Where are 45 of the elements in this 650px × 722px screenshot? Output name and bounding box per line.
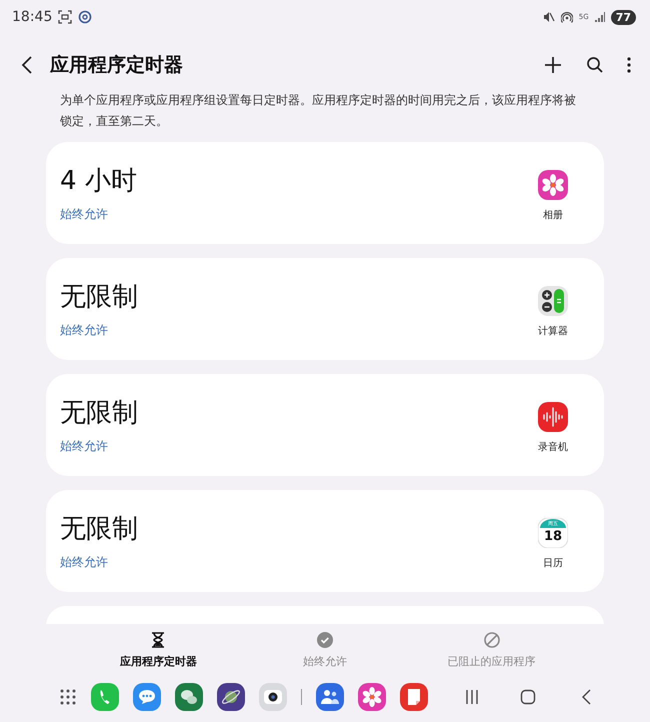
flower-app-icon (538, 170, 568, 200)
battery-level: 77 (610, 10, 636, 24)
allow-status: 始终允许 (60, 438, 109, 455)
timer-limit: 4 小时 (60, 165, 138, 198)
timer-limit: 无限制 (60, 397, 139, 430)
recents-icon[interactable] (464, 689, 480, 705)
tab[interactable]: 应用程序定时器 (75, 624, 242, 676)
app-timer-card[interactable]: 无限制 始终允许 录音机 (46, 374, 604, 476)
search-icon[interactable] (586, 56, 604, 74)
notepad-icon[interactable] (400, 683, 428, 711)
app-name: 相册 (543, 208, 563, 222)
app-name: 日历 (543, 557, 563, 570)
screenshot-icon (58, 10, 72, 24)
description: 为单个应用程序或应用程序组设置每日定时器。应用程序定时器的时间用完之后，该应用程序将被锁定，直至第二天。 (59, 92, 577, 130)
back-icon[interactable] (580, 689, 592, 705)
mute-icon (542, 11, 555, 23)
chat-bubbles-icon[interactable] (174, 683, 202, 711)
more-options-icon[interactable] (626, 56, 632, 74)
add-icon[interactable] (544, 56, 562, 74)
allow-status: 始终允许 (60, 554, 109, 571)
timer-limit: 无限制 (60, 281, 139, 314)
chat-bubble-icon[interactable] (132, 683, 160, 711)
block-icon (484, 632, 500, 648)
calculator-app-icon (538, 286, 568, 316)
app-grid-icon[interactable] (58, 688, 76, 706)
app-name: 录音机 (538, 440, 568, 454)
allow-status: 始终允许 (60, 322, 109, 339)
signal-icon (594, 12, 605, 22)
flower-icon[interactable] (358, 683, 386, 711)
timer-limit: 无限制 (60, 513, 139, 546)
camera-icon[interactable] (258, 683, 286, 711)
allow-status: 始终允许 (60, 206, 109, 223)
sound-wave-app-icon (538, 402, 568, 432)
hotspot-icon (560, 11, 573, 23)
clock: 18:45 (12, 9, 52, 25)
people-icon[interactable] (316, 683, 344, 711)
app-timer-card[interactable]: 4 小时 始终允许 相册 (46, 142, 604, 244)
app-timer-card[interactable]: 无限制 始终允许 计算器 (46, 258, 604, 360)
app-name: 计算器 (538, 324, 568, 338)
back-icon[interactable] (20, 55, 34, 75)
hourglass-icon (151, 632, 166, 648)
check-circle-icon (317, 632, 333, 648)
planet-icon[interactable] (216, 683, 244, 711)
home-icon[interactable] (520, 689, 536, 705)
page-title: 应用程序定时器 (50, 53, 184, 78)
